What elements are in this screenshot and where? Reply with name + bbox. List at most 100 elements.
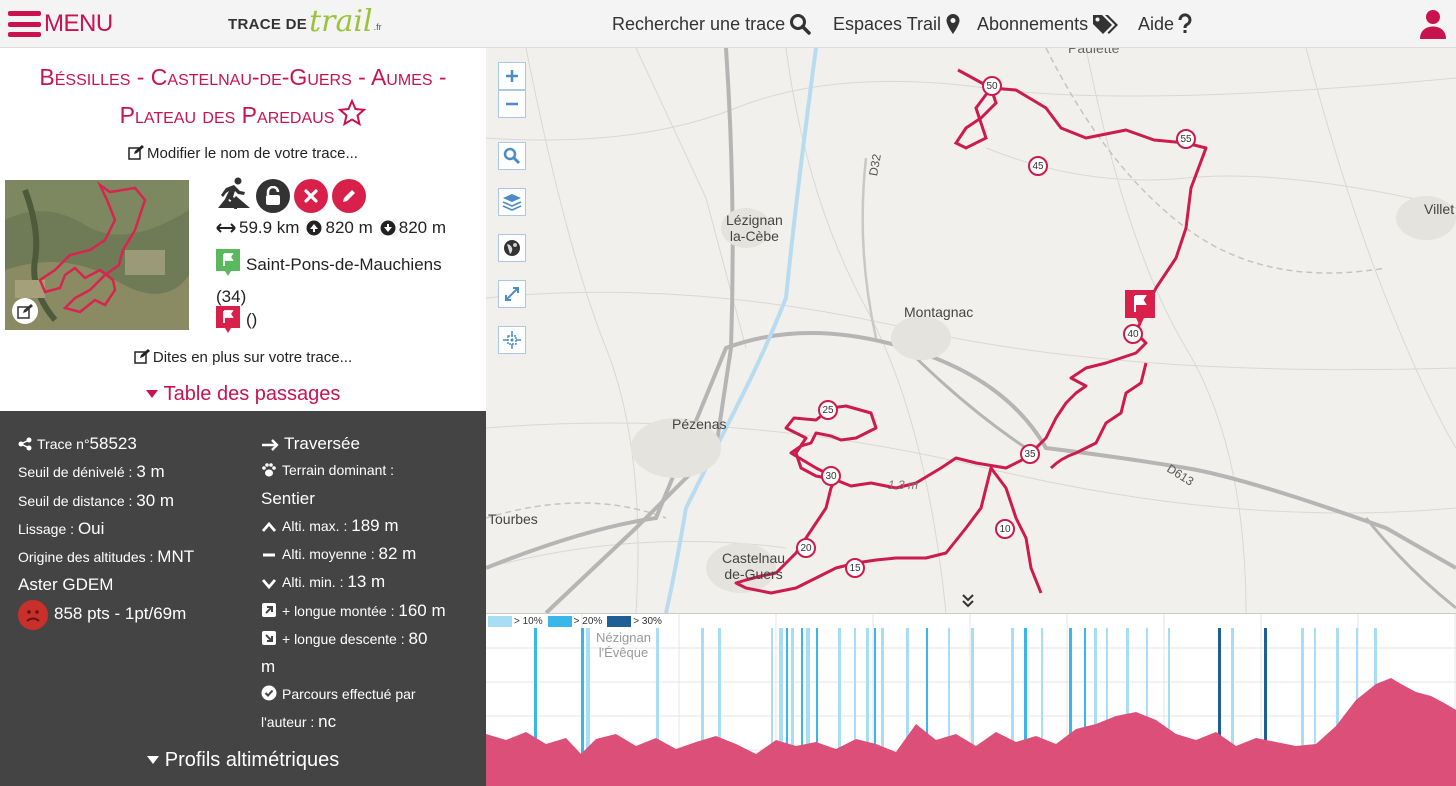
hamburger-icon (8, 11, 41, 37)
longue-montee-value: 160 m (398, 600, 446, 620)
legend-label-30: > 30% (633, 616, 662, 627)
legend-swatch-20 (547, 616, 572, 627)
seuil-deniv-label: Seuil de dénivelé : (18, 464, 133, 481)
more-info-link[interactable]: Dites en plus sur votre trace... (0, 349, 486, 366)
km-marker-10: 10 (995, 519, 1015, 539)
flag-marker-icon (1125, 290, 1155, 326)
profils-label: Profils altimétriques (164, 749, 340, 771)
place-villet: Villet (1424, 201, 1455, 217)
menu-label: MENU (44, 10, 113, 37)
crosshair-icon (503, 331, 521, 349)
nav-espaces-trail[interactable]: Espaces Trail (833, 0, 961, 48)
longue-descente-value: 80 (408, 629, 428, 649)
end-place: () (246, 309, 258, 329)
place-tourbes: Tourbes (488, 511, 538, 527)
sad-face-icon (18, 599, 48, 630)
details-col-right: Traversée Terrain dominant : Sentier Alt… (261, 430, 481, 736)
passages-toggle[interactable]: Table des passages (0, 383, 486, 406)
place-paulette: Paulette (1068, 48, 1120, 56)
start-flag-icon (216, 249, 240, 276)
plus-icon (506, 70, 518, 82)
longue-montee-label: + longue montée : (282, 602, 395, 619)
zoom-in-button[interactable] (498, 62, 526, 90)
alt-min-label: Alti. min. : (282, 574, 344, 591)
trace-action-icons (216, 176, 366, 215)
distance-arrows-icon (216, 223, 236, 233)
trace-number-label: Trace n° (37, 436, 90, 452)
map-search-button[interactable] (498, 142, 526, 170)
edit-trace-button[interactable] (332, 178, 366, 213)
origine-value-a: MNT (157, 547, 195, 567)
km-marker-55: 55 (1176, 129, 1196, 149)
nav-abonnements[interactable]: Abonnements (977, 0, 1120, 48)
trace-number-value: 58523 (89, 434, 137, 453)
pencil-icon (343, 189, 355, 202)
nav-search-trace[interactable]: Rechercher une trace (612, 0, 811, 48)
auteur-label: l'auteur : (261, 713, 315, 730)
profils-toggle[interactable]: Profils altimétriques (0, 749, 486, 772)
legend-swatch-30 (607, 616, 632, 627)
end-flag-icon (216, 306, 240, 333)
trace-stats: 59.9 km 820 m 820 m (216, 218, 446, 238)
logo-text-tld: .fr (373, 22, 382, 32)
user-account-icon[interactable] (1418, 8, 1448, 45)
share-icon (18, 437, 32, 451)
descent-value: 820 m (398, 218, 446, 237)
edit-name-label: Modifier le nom de votre trace... (147, 145, 358, 162)
passages-label: Table des passages (163, 383, 341, 405)
trail-runner-icon (216, 176, 252, 215)
map-canvas[interactable] (486, 48, 1456, 613)
longue-descente-label: + longue descente : (282, 631, 405, 648)
seuil-dist-value: 30 m (136, 490, 175, 510)
alt-min-value: 13 m (347, 572, 386, 592)
place-lezignan: Lézignan la-Cèbe (726, 212, 783, 244)
unlock-icon (266, 185, 280, 205)
points-value: 858 pts - 1pt/69m (54, 603, 187, 623)
start-dept: (34) (216, 287, 247, 306)
caret-down-icon (146, 756, 159, 764)
globe-button[interactable] (498, 234, 526, 262)
site-logo[interactable]: TRACE DE trail .fr (228, 4, 382, 44)
nav-aide[interactable]: Aide (1138, 0, 1192, 48)
seuil-deniv-value: 3 m (136, 462, 165, 482)
fullscreen-button[interactable] (498, 280, 526, 308)
edit-name-link[interactable]: Modifier le nom de votre trace... (0, 145, 486, 162)
edit-icon (134, 349, 150, 364)
chevron-down-icon (261, 579, 277, 590)
seuil-dist-label: Seuil de distance : (18, 492, 133, 509)
end-flag-marker[interactable] (1125, 290, 1155, 331)
locate-button[interactable] (498, 326, 526, 354)
trace-thumbnail[interactable] (5, 180, 189, 330)
top-header: MENU TRACE DE trail .fr Rechercher une t… (0, 0, 1456, 48)
km-marker-35: 35 (1020, 444, 1040, 464)
effectue-label: Parcours effectué par (282, 685, 416, 702)
more-info-label: Dites en plus sur votre trace... (152, 349, 353, 366)
thumbnail-edit-icon[interactable] (12, 298, 38, 324)
arrow-right-icon (262, 439, 279, 451)
terrain-value: Sentier (261, 488, 315, 508)
logo-text-trail: trail (309, 3, 373, 39)
menu-button[interactable]: MENU (8, 8, 113, 40)
paw-icon (262, 463, 276, 477)
ascent-icon (306, 220, 322, 236)
expand-down-icon[interactable] (960, 592, 976, 613)
map-marker-icon (946, 14, 960, 34)
delete-button[interactable] (294, 178, 328, 213)
longue-descente-unit: m (261, 657, 276, 677)
globe-icon (504, 240, 520, 256)
arrow-down-right-icon (262, 631, 276, 646)
details-col-left: Trace n°58523 Seuil de dénivelé : 3 m Se… (18, 430, 254, 630)
slope-legend: > 10% > 20% > 30% (488, 616, 662, 627)
favorite-star-icon[interactable] (337, 98, 367, 138)
unlock-button[interactable] (256, 178, 290, 213)
chevron-up-icon (261, 521, 277, 532)
trace-map[interactable]: Lézignan la-Cèbe Montagnac Pézenas Tourbe… (486, 48, 1456, 613)
layers-button[interactable] (498, 188, 526, 216)
origine-value-b: Aster GDEM (18, 575, 114, 595)
km-marker-25: 25 (818, 400, 838, 420)
zoom-out-button[interactable] (498, 90, 526, 118)
caret-down-icon (145, 390, 158, 398)
elevation-profile[interactable]: > 10% > 20% > 30% Nézignan l'Évêque (486, 613, 1456, 786)
origine-label: Origine des altitudes : (18, 549, 154, 566)
tags-icon (1093, 15, 1119, 34)
